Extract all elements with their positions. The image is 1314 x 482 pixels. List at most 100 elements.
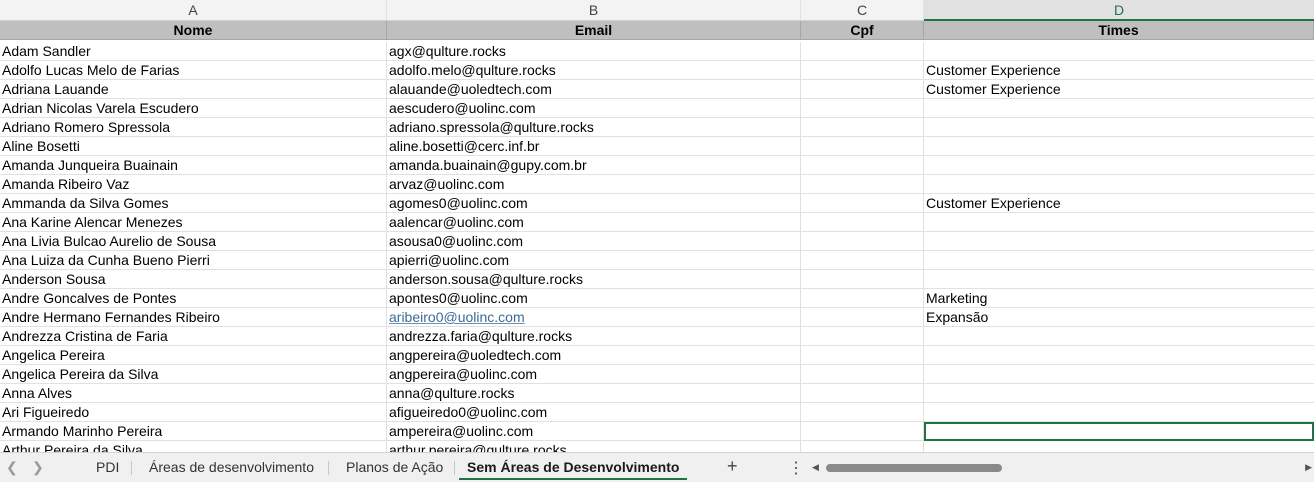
scroll-right-icon[interactable]: ▶	[1305, 461, 1312, 474]
cell-nome[interactable]: Aline Bosetti	[0, 137, 387, 156]
cell-cpf[interactable]	[801, 232, 924, 251]
chevron-left-icon[interactable]: ❮	[6, 459, 18, 476]
cell-cpf[interactable]	[801, 42, 924, 61]
cell-cpf[interactable]	[801, 441, 924, 452]
cell-times[interactable]	[924, 137, 1314, 156]
cell-nome[interactable]: Ari Figueiredo	[0, 403, 387, 422]
cell-cpf[interactable]	[801, 118, 924, 137]
cell-nome[interactable]: Ana Luiza da Cunha Bueno Pierri	[0, 251, 387, 270]
tab-areas-de-desenvolvimento[interactable]: Áreas de desenvolvimento	[141, 458, 322, 478]
chevron-right-icon[interactable]: ❯	[32, 459, 44, 476]
tab-pdi[interactable]: PDI	[88, 458, 127, 478]
cell-email[interactable]: apontes0@uolinc.com	[387, 289, 801, 308]
cell-email[interactable]: arvaz@uolinc.com	[387, 175, 801, 194]
cell-email[interactable]: ampereira@uolinc.com	[387, 422, 801, 441]
cell-nome[interactable]: Ana Livia Bulcao Aurelio de Sousa	[0, 232, 387, 251]
column-header-a[interactable]: A	[0, 0, 387, 21]
cell-nome[interactable]: Amanda Ribeiro Vaz	[0, 175, 387, 194]
column-header-d[interactable]: D	[924, 0, 1314, 21]
cell-cpf[interactable]	[801, 156, 924, 175]
cell-times[interactable]	[924, 441, 1314, 452]
cell-times[interactable]	[924, 118, 1314, 137]
cell-times[interactable]	[924, 156, 1314, 175]
cell-email[interactable]: agomes0@uolinc.com	[387, 194, 801, 213]
cell-email[interactable]: anna@qulture.rocks	[387, 384, 801, 403]
cell-email[interactable]: aribeiro0@uolinc.com	[387, 308, 801, 327]
cell-times[interactable]	[924, 99, 1314, 118]
cell-cpf[interactable]	[801, 137, 924, 156]
cell-times[interactable]: Expansão	[924, 308, 1314, 327]
cell-cpf[interactable]	[801, 346, 924, 365]
column-header-c[interactable]: C	[801, 0, 924, 21]
cell-cpf[interactable]	[801, 61, 924, 80]
cell-cpf[interactable]	[801, 365, 924, 384]
cell-email[interactable]: adolfo.melo@qulture.rocks	[387, 61, 801, 80]
spreadsheet-grid[interactable]: A B C D Nome Email Cpf Times Adam Sandle…	[0, 0, 1314, 452]
cell-nome[interactable]: Adrian Nicolas Varela Escudero	[0, 99, 387, 118]
cell-email[interactable]: aline.bosetti@cerc.inf.br	[387, 137, 801, 156]
cell-nome[interactable]: Ana Karine Alencar Menezes	[0, 213, 387, 232]
cell-cpf[interactable]	[801, 289, 924, 308]
header-cell-email[interactable]: Email	[387, 21, 801, 40]
cell-email[interactable]: asousa0@uolinc.com	[387, 232, 801, 251]
cell-cpf[interactable]	[801, 251, 924, 270]
cell-nome[interactable]: Armando Marinho Pereira	[0, 422, 387, 441]
cell-times[interactable]	[924, 365, 1314, 384]
scroll-left-icon[interactable]: ◀	[812, 461, 819, 474]
cell-email[interactable]: afigueiredo0@uolinc.com	[387, 403, 801, 422]
tab-sem-areas-de-desenvolvimento[interactable]: Sem Áreas de Desenvolvimento	[459, 458, 688, 480]
cell-nome[interactable]: Angelica Pereira	[0, 346, 387, 365]
cell-cpf[interactable]	[801, 270, 924, 289]
cell-nome[interactable]: Andrezza Cristina de Faria	[0, 327, 387, 346]
cell-times[interactable]	[924, 213, 1314, 232]
cell-times[interactable]	[924, 384, 1314, 403]
cell-email[interactable]: angpereira@uoledtech.com	[387, 346, 801, 365]
cell-email[interactable]: adriano.spressola@qulture.rocks	[387, 118, 801, 137]
cell-times[interactable]	[924, 175, 1314, 194]
cell-cpf[interactable]	[801, 175, 924, 194]
cell-times[interactable]	[924, 232, 1314, 251]
cell-email[interactable]: amanda.buainain@gupy.com.br	[387, 156, 801, 175]
tab-planos-de-acao[interactable]: Planos de Ação	[338, 458, 451, 478]
header-cell-cpf[interactable]: Cpf	[801, 21, 924, 40]
cell-times[interactable]	[924, 403, 1314, 422]
cell-nome[interactable]: Adriana Lauande	[0, 80, 387, 99]
cell-cpf[interactable]	[801, 308, 924, 327]
cell-nome[interactable]: Amanda Junqueira Buainain	[0, 156, 387, 175]
cell-times[interactable]	[924, 251, 1314, 270]
cell-times[interactable]	[924, 346, 1314, 365]
header-cell-times[interactable]: Times	[924, 21, 1314, 40]
cell-cpf[interactable]	[801, 194, 924, 213]
cell-nome[interactable]: Angelica Pereira da Silva	[0, 365, 387, 384]
cell-cpf[interactable]	[801, 422, 924, 441]
cell-times[interactable]	[924, 270, 1314, 289]
cell-times[interactable]: Marketing	[924, 289, 1314, 308]
cell-cpf[interactable]	[801, 213, 924, 232]
cell-times[interactable]	[924, 327, 1314, 346]
cell-nome[interactable]: Anderson Sousa	[0, 270, 387, 289]
cell-times[interactable]	[924, 42, 1314, 61]
cell-email[interactable]: alauande@uoledtech.com	[387, 80, 801, 99]
cell-email[interactable]: andrezza.faria@qulture.rocks	[387, 327, 801, 346]
cell-times[interactable]: Customer Experience	[924, 80, 1314, 99]
cell-nome[interactable]: Ammanda da Silva Gomes	[0, 194, 387, 213]
column-header-b[interactable]: B	[387, 0, 801, 21]
cell-email[interactable]: agx@qulture.rocks	[387, 42, 801, 61]
header-cell-nome[interactable]: Nome	[0, 21, 387, 40]
cell-nome[interactable]: Adolfo Lucas Melo de Farias	[0, 61, 387, 80]
cell-times[interactable]: Customer Experience	[924, 194, 1314, 213]
cell-nome[interactable]: Adam Sandler	[0, 42, 387, 61]
horizontal-scrollbar[interactable]: ◀ ▶	[812, 461, 1312, 474]
more-options-icon[interactable]: ⋮	[788, 458, 804, 478]
cell-nome[interactable]: Arthur Pereira da Silva	[0, 441, 387, 452]
cell-times[interactable]: Customer Experience	[924, 61, 1314, 80]
cell-nome[interactable]: Anna Alves	[0, 384, 387, 403]
cell-email[interactable]: angpereira@uolinc.com	[387, 365, 801, 384]
cell-email[interactable]: anderson.sousa@qulture.rocks	[387, 270, 801, 289]
cell-nome[interactable]: Andre Hermano Fernandes Ribeiro	[0, 308, 387, 327]
cell-email[interactable]: arthur.pereira@qulture.rocks	[387, 441, 801, 452]
cell-email[interactable]: aalencar@uolinc.com	[387, 213, 801, 232]
cell-email[interactable]: aescudero@uolinc.com	[387, 99, 801, 118]
cell-email[interactable]: apierri@uolinc.com	[387, 251, 801, 270]
add-sheet-button[interactable]: +	[727, 456, 738, 477]
